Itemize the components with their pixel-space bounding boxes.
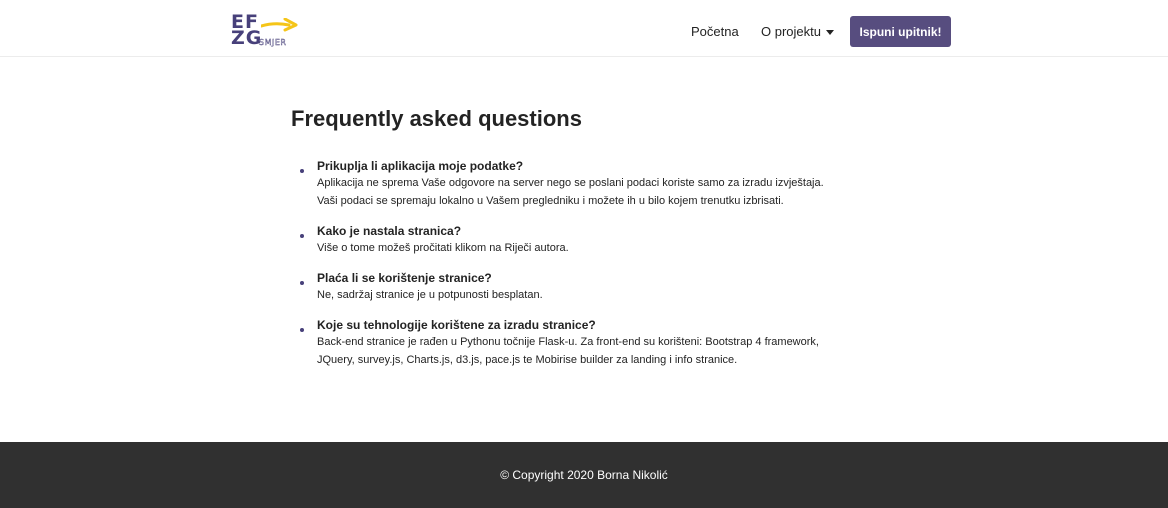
copyright-text: © Copyright 2020 Borna Nikolić xyxy=(500,468,668,482)
navbar: EF ZG SMJER Početna O projektu Ispuni up… xyxy=(0,0,1168,57)
faq-answer-line: Ne, sadržaj stranice je u potpunosti bes… xyxy=(317,289,543,301)
efzg-logo[interactable]: EF ZG SMJER xyxy=(231,13,311,49)
logo-tag: SMJER xyxy=(259,38,287,47)
nav-dropdown-project[interactable]: O projektu xyxy=(761,24,834,39)
caret-down-icon xyxy=(825,29,834,35)
faq-answer-line: Više o tome možeš pročitati klikom na Ri… xyxy=(317,242,569,254)
faq-answer-line: Aplikacija ne sprema Vaše odgovore na se… xyxy=(317,177,824,189)
faq-item: Koje su tehnologije korištene za izradu … xyxy=(300,317,900,369)
footer: © Copyright 2020 Borna Nikolić xyxy=(0,442,1168,508)
faq-question: Prikuplja li aplikacija moje podatke? xyxy=(317,159,524,173)
fill-survey-button[interactable]: Ispuni upitnik! xyxy=(850,16,951,47)
faq-item: Plaća li se korištenje stranice? Ne, sad… xyxy=(300,270,900,304)
faq-answer-line: Vaši podaci se spremaju lokalno u Vašem … xyxy=(317,195,784,207)
faq-list: Prikuplja li aplikacija moje podatke? Ap… xyxy=(300,158,900,382)
arrow-right-icon xyxy=(261,18,298,32)
faq-answer-line: JQuery, survey.js, Charts.js, d3.js, pac… xyxy=(317,354,738,366)
nav-dropdown-label: O projektu xyxy=(761,24,821,39)
page-title: Frequently asked questions xyxy=(291,106,582,131)
faq-item: Kako je nastala stranica? Više o tome mo… xyxy=(300,223,900,257)
faq-item: Prikuplja li aplikacija moje podatke? Ap… xyxy=(300,158,900,210)
faq-question: Plaća li se korištenje stranice? xyxy=(317,271,492,285)
nav-link-home[interactable]: Početna xyxy=(691,24,739,39)
faq-question: Kako je nastala stranica? xyxy=(317,224,462,238)
logo-text-bottom: ZG xyxy=(231,27,263,49)
faq-answer-line: Back-end stranice je rađen u Pythonu toč… xyxy=(317,336,819,348)
faq-question: Koje su tehnologije korištene za izradu … xyxy=(317,318,596,332)
